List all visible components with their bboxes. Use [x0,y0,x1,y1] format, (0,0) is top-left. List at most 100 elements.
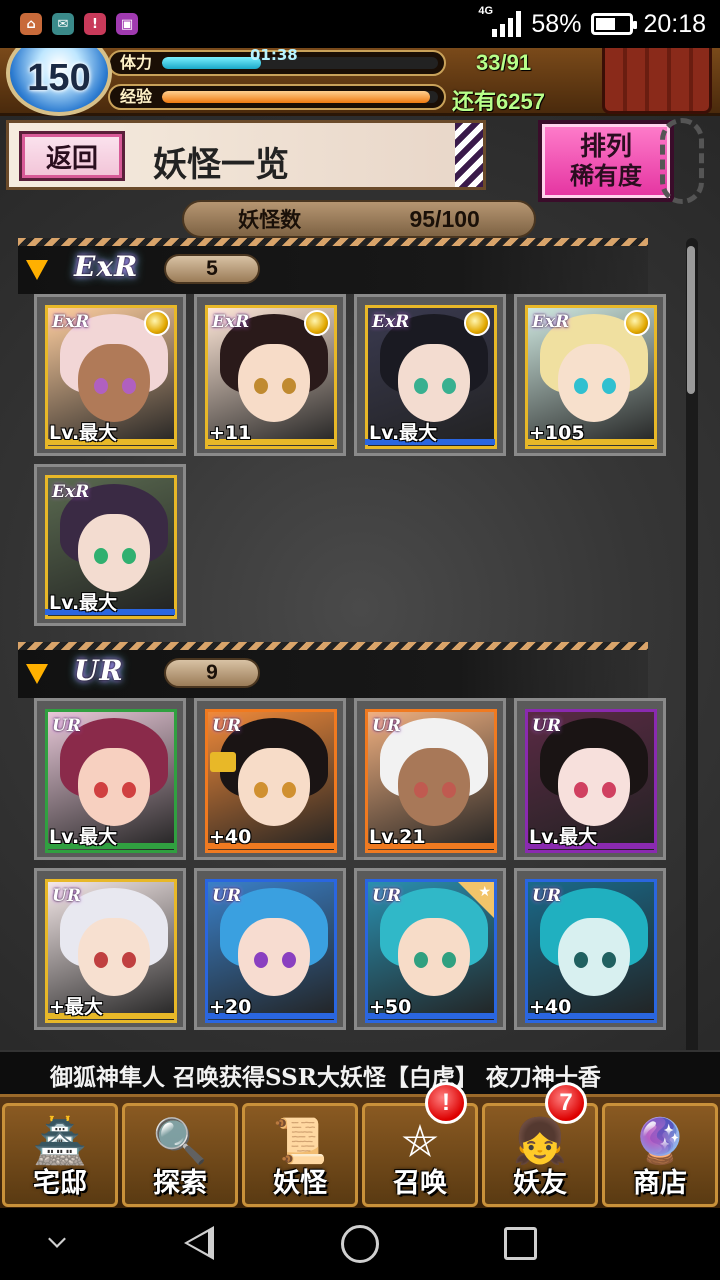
chest-icon[interactable] [602,48,712,114]
yokai-card[interactable]: ExR Lv.最大 [34,294,186,456]
back-button[interactable]: 返回 [19,131,125,181]
portrait-eye [442,782,456,798]
yokai-count-value: 95/100 [409,205,480,232]
nav-button-magnifier[interactable]: 🔍 探索 [122,1103,238,1207]
nav-button-crystal-ball[interactable]: 🔮 商店 [602,1103,718,1207]
yokai-card[interactable]: UR +40 [514,868,666,1030]
gear-decoration-icon [660,118,704,204]
back-icon[interactable] [184,1226,214,1260]
nav-button-scroll[interactable]: 📜 妖怪 [242,1103,358,1207]
network-type: 4G [478,5,494,17]
portrait-eye [442,378,456,394]
scrollbar[interactable] [686,238,698,1098]
card-rarity-label: UR [212,886,241,906]
portrait-face [78,918,150,996]
portrait-eye [122,952,136,968]
nav-button-pentagram[interactable]: ⛤ 召唤! [362,1082,478,1207]
section-header-exr[interactable]: ExR 5 [18,238,648,294]
section-header-ur[interactable]: UR 9 [18,642,648,698]
gold-medal-icon [304,310,330,336]
sort-label: 排列 [579,132,632,162]
portrait-eye [414,378,428,394]
portrait-face [238,918,310,996]
card-level-bar: +40 [525,995,655,1019]
nav-label: 宅邸 [33,1168,87,1199]
card-level-bar: Lv.最大 [365,421,495,445]
recent-apps-icon[interactable] [504,1227,537,1260]
stamina-value: 33/91 [476,50,532,75]
portrait-eye [574,782,588,798]
card-level-bar: Lv.21 [365,825,495,849]
card-level-bar: +11 [205,421,335,445]
player-status-bar: 150 体力 01:38 33/91 经验 还有6257 [0,48,720,116]
yokai-card[interactable]: ExR Lv.最大 [34,464,186,626]
collapse-triangle-icon[interactable] [26,260,48,280]
card-level-bar: Lv.最大 [45,591,175,615]
portrait-eye [122,548,136,564]
scroll-thumb[interactable] [687,246,695,394]
nav-label: 妖怪 [273,1168,327,1199]
portrait-face [398,918,470,996]
section-count: 5 [164,254,260,284]
portrait-eye [442,952,456,968]
card-level-bar: +50 [365,995,495,1019]
portrait-eye [94,952,108,968]
card-rarity-label: UR [532,716,561,736]
section-rarity-label: ExR [74,250,139,283]
notification-badge: 7 [545,1082,587,1124]
stamina-timer: 01:38 [250,48,298,64]
page-title: 妖怪一览 [153,145,289,185]
sort-button[interactable]: 排列 稀有度 [538,120,674,202]
card-rarity-label: ExR [52,482,90,502]
portrait-eye [414,782,428,798]
portrait-eye [414,952,428,968]
yokai-card[interactable]: ExR Lv.最大 [354,294,506,456]
card-grid: UR Lv.最大 UR +40 UR Lv.21 UR Lv.最大 UR +最大 UR +20 UR ★ +… [0,698,690,1038]
card-level-bar: Lv.最大 [525,825,655,849]
portrait-eye [282,782,296,798]
yokai-card[interactable]: UR +20 [194,868,346,1030]
portrait-face [558,918,630,996]
section-count: 9 [164,658,260,688]
portrait-eye [282,952,296,968]
collapse-triangle-icon[interactable] [26,664,48,684]
yokai-card[interactable]: UR ★ +50 [354,868,506,1030]
portrait-eye [254,378,268,394]
portrait-face [398,344,470,422]
card-rarity-label: ExR [212,312,250,332]
lock-icon [210,752,236,772]
player-level: 150 [27,56,91,99]
nav-button-house[interactable]: 🏯 宅邸 [2,1103,118,1207]
yokai-card[interactable]: ExR +105 [514,294,666,456]
nav-button-friend[interactable]: 👧 妖友 7 [482,1082,598,1207]
exp-bar: 经验 [108,84,446,110]
clock: 20:18 [643,9,706,38]
nav-label: 妖友 [513,1168,567,1199]
hide-nav-icon[interactable] [48,1230,66,1248]
home-icon[interactable] [341,1225,379,1263]
battery-percent: 58% [531,9,582,38]
yokai-card[interactable]: UR Lv.最大 [34,698,186,860]
card-level-text: +50 [369,996,412,1018]
portrait-face [78,748,150,826]
portrait-face [558,344,630,422]
portrait-eye [574,378,588,394]
yokai-card[interactable]: ExR +11 [194,294,346,456]
portrait-face [238,344,310,422]
card-level-text: +40 [209,826,252,848]
card-rarity-label: UR [52,716,81,736]
yokai-card[interactable]: UR Lv.21 [354,698,506,860]
level-badge[interactable]: 150 [6,48,112,116]
app-icon: ⌂ [20,13,42,35]
portrait-eye [574,952,588,968]
yokai-card[interactable]: UR +40 [194,698,346,860]
notification-badge: ! [425,1082,467,1124]
mail-icon: ✉ [52,13,74,35]
yokai-card[interactable]: UR Lv.最大 [514,698,666,860]
stamina-bar: 体力 01:38 [108,48,446,76]
system-nav-bar [0,1208,720,1280]
yokai-list[interactable]: ExR 5 ExR Lv.最大 ExR +11 ExR Lv.最大 ExR +105 ExR Lv.最… [0,238,720,1096]
card-level-text: Lv.最大 [529,826,598,848]
yokai-card[interactable]: UR +最大 [34,868,186,1030]
portrait-face [558,748,630,826]
